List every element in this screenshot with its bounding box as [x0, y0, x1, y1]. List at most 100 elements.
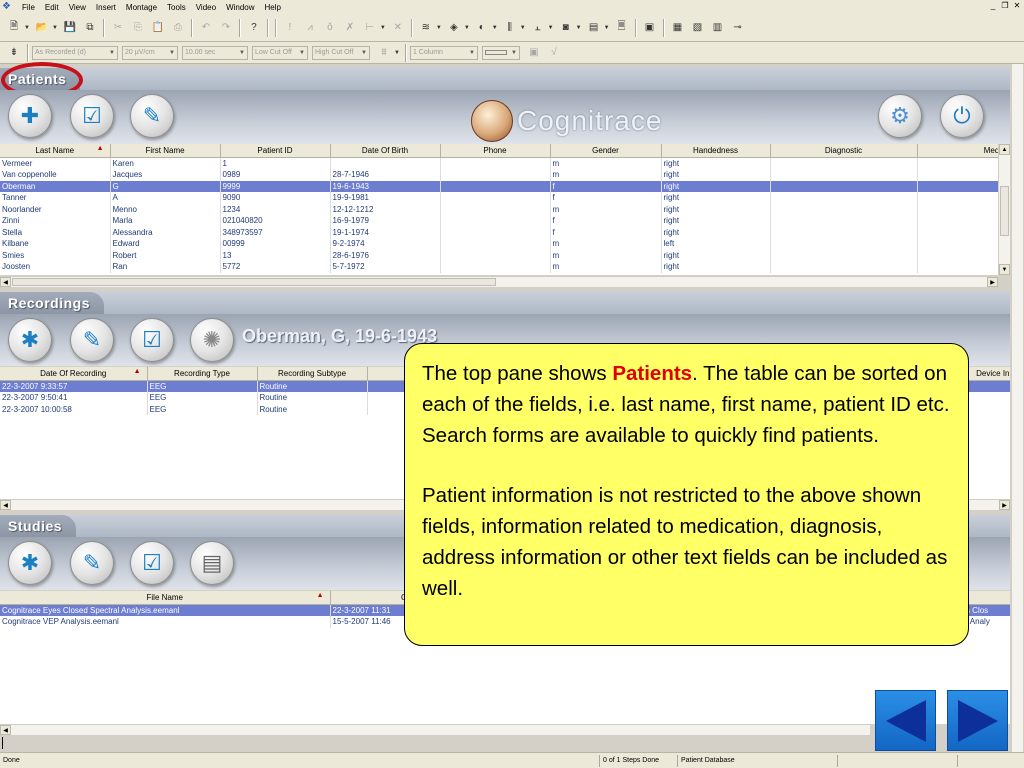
timebase-select[interactable]: 10.00 sec ▼: [182, 45, 248, 60]
scroll-left-icon[interactable]: ◀: [0, 725, 11, 735]
table-row[interactable]: Vermeer Karen 1 m right: [0, 157, 998, 169]
columns-select[interactable]: 1 Column ▼: [409, 45, 478, 60]
table-row[interactable]: Stella Alessandra 348973597 19-1-1974 f right: [0, 226, 998, 238]
search-patient-icon[interactable]: ☑: [70, 94, 114, 138]
line-style-select[interactable]: ▼: [481, 45, 520, 60]
menu-view[interactable]: View: [64, 3, 91, 12]
table-row[interactable]: Smies Robert 13 28-6-1976 m right: [0, 249, 998, 261]
menu-file[interactable]: File: [17, 3, 40, 12]
montage-icon[interactable]: ≋: [418, 20, 434, 36]
pointer-icon[interactable]: ⇟: [6, 45, 22, 61]
copy-icon[interactable]: ⎘: [130, 20, 146, 36]
col-recording-subtype[interactable]: Recording Subtype: [257, 367, 368, 381]
edit-study-icon[interactable]: ✎: [70, 541, 114, 585]
power-icon[interactable]: ⏻: [940, 94, 984, 138]
scroll-thumb[interactable]: [1000, 186, 1009, 236]
add-study-icon[interactable]: ✱: [8, 541, 52, 585]
tape-icon[interactable]: ⊸: [730, 20, 746, 36]
col-first-name[interactable]: First Name: [110, 144, 221, 158]
montage-select[interactable]: As Recorded (d) ▼: [32, 45, 118, 60]
restore-icon[interactable]: ❐: [1000, 1, 1010, 11]
recording-checklist-icon[interactable]: ☑: [130, 318, 174, 362]
col-medication[interactable]: Medica: [917, 144, 998, 158]
settings-gears-icon[interactable]: ⚙: [878, 94, 922, 138]
add-recording-icon[interactable]: ✱: [8, 318, 52, 362]
previous-slide-button[interactable]: [875, 690, 936, 751]
report-icon[interactable]: 🗏: [614, 20, 630, 36]
menu-insert[interactable]: Insert: [91, 3, 121, 12]
col-recording-type[interactable]: Recording Type: [147, 367, 258, 381]
camera-icon[interactable]: ◙: [558, 20, 574, 36]
color-icon[interactable]: ◐: [474, 20, 490, 36]
table-row[interactable]: Kilbane Edward 00999 9-2-1974 m left: [0, 238, 998, 250]
table-row[interactable]: Tanner A 9090 19-9-1981 f right: [0, 192, 998, 204]
table-row[interactable]: Joosten Ran 5772 5-7-1972 m right: [0, 261, 998, 273]
menu-edit[interactable]: Edit: [40, 3, 64, 12]
col-patient-id[interactable]: Patient ID: [220, 144, 331, 158]
menu-video[interactable]: Video: [191, 3, 221, 12]
high-cut-select[interactable]: High Cut Off ▼: [312, 45, 370, 60]
scroll-down-icon[interactable]: ▼: [999, 264, 1010, 275]
photo-icon[interactable]: ▣: [642, 20, 658, 36]
layout-icon[interactable]: ▤: [586, 20, 602, 36]
studies-pane-title[interactable]: Studies: [0, 515, 77, 537]
table-row[interactable]: Noorlander Menno 1234 12-12-1212 m right: [0, 203, 998, 215]
measure-icon[interactable]: ǒ: [322, 20, 338, 36]
cross-marker-icon[interactable]: ✗: [342, 20, 358, 36]
cut-icon[interactable]: ✂: [110, 20, 126, 36]
notch-filter-icon[interactable]: ⩩: [376, 45, 392, 61]
scroll-right-icon[interactable]: ▶: [987, 277, 998, 287]
table-view-icon[interactable]: ▧: [690, 20, 706, 36]
edit-patient-icon[interactable]: ✎: [130, 94, 174, 138]
filter-icon[interactable]: ◈: [446, 20, 462, 36]
print-icon[interactable]: ⎙: [170, 20, 186, 36]
undo-icon[interactable]: ↶: [198, 20, 214, 36]
delete-marker-icon[interactable]: ✕: [390, 20, 406, 36]
channels-icon[interactable]: ⫼: [502, 20, 518, 36]
add-patient-icon[interactable]: ✚: [8, 94, 52, 138]
help-icon[interactable]: ?: [246, 20, 262, 36]
patients-horizontal-scrollbar[interactable]: ◀ ▶: [0, 276, 998, 287]
checkbox-icon[interactable]: ▣: [526, 45, 542, 61]
patients-vertical-scrollbar[interactable]: ▲ ▼: [998, 144, 1010, 275]
menu-help[interactable]: Help: [260, 3, 286, 12]
col-file-name[interactable]: File Name ▲: [0, 591, 331, 605]
col-created[interactable]: Cr: [330, 591, 411, 605]
study-checklist-icon[interactable]: ☑: [130, 541, 174, 585]
paste-icon[interactable]: 📋: [150, 20, 166, 36]
marker-icon[interactable]: !: [282, 20, 298, 36]
menu-tools[interactable]: Tools: [162, 3, 191, 12]
menu-montage[interactable]: Montage: [121, 3, 162, 12]
interval-icon[interactable]: ⊢: [362, 20, 378, 36]
export-study-icon[interactable]: ▤: [190, 541, 234, 585]
scale-icon[interactable]: ⫠: [530, 20, 546, 36]
table-row[interactable]: Van coppenolle Jacques 0989 28-7-1946 m right: [0, 169, 998, 181]
next-slide-button[interactable]: [947, 690, 1008, 751]
menu-window[interactable]: Window: [221, 3, 259, 12]
col-handedness[interactable]: Handedness: [661, 144, 771, 158]
grid-view-icon[interactable]: ▦: [670, 20, 686, 36]
table-row[interactable]: Oberman G 9999 19-6-1943 f right: [0, 180, 998, 192]
scroll-right-icon[interactable]: ▶: [999, 500, 1010, 510]
col-last-name[interactable]: Last Name ▲: [0, 144, 111, 158]
scroll-left-icon[interactable]: ◀: [0, 277, 11, 287]
col-gender[interactable]: Gender: [550, 144, 662, 158]
save-all-icon[interactable]: ⧉: [82, 20, 98, 36]
open-folder-icon[interactable]: 📂: [34, 20, 50, 36]
col-date-of-birth[interactable]: Date Of Birth: [330, 144, 441, 158]
sensitivity-select[interactable]: 20 µV/cm ▼: [122, 45, 178, 60]
studies-horizontal-scrollbar[interactable]: ◀: [0, 724, 870, 735]
col-date-of-recording[interactable]: Date Of Recording ▲: [0, 367, 148, 381]
brain-icon[interactable]: ✺: [190, 318, 234, 362]
window-vertical-scrollbar[interactable]: [1011, 64, 1023, 752]
table-row[interactable]: Zinni Marla 021040820 16-9-1979 f right: [0, 215, 998, 227]
low-cut-select[interactable]: Low Cut Off ▼: [252, 45, 308, 60]
recordings-pane-title[interactable]: Recordings: [0, 292, 105, 314]
check-icon[interactable]: √: [546, 45, 562, 61]
calendar-icon[interactable]: ▥: [710, 20, 726, 36]
minimize-icon[interactable]: _: [988, 1, 998, 11]
save-icon[interactable]: 💾: [62, 20, 78, 36]
redo-icon[interactable]: ↷: [218, 20, 234, 36]
scroll-left-icon[interactable]: ◀: [0, 500, 11, 510]
edit-recording-icon[interactable]: ✎: [70, 318, 114, 362]
